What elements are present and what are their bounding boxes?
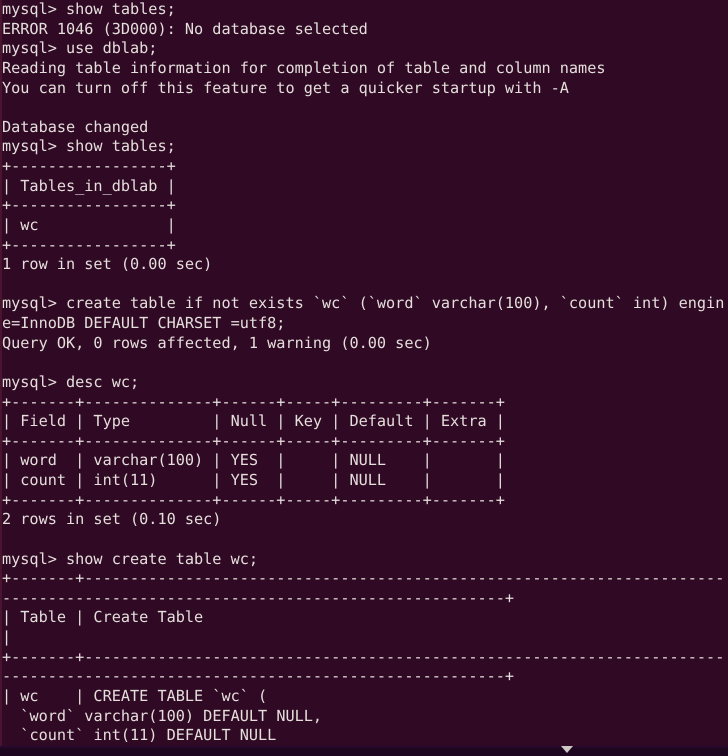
scrollbar-track[interactable] (0, 748, 728, 756)
terminal-output: mysql> show tables; ERROR 1046 (3D000): … (2, 0, 728, 756)
terminal-scrollbar[interactable] (0, 746, 728, 756)
terminal-screen[interactable]: mysql> show tables; ERROR 1046 (3D000): … (2, 0, 728, 756)
session-transcript: mysql> show tables; ERROR 1046 (3D000): … (2, 0, 725, 756)
terminal-window[interactable]: mysql> show tables; ERROR 1046 (3D000): … (0, 0, 728, 756)
scroll-position-marker-icon[interactable] (561, 746, 573, 753)
